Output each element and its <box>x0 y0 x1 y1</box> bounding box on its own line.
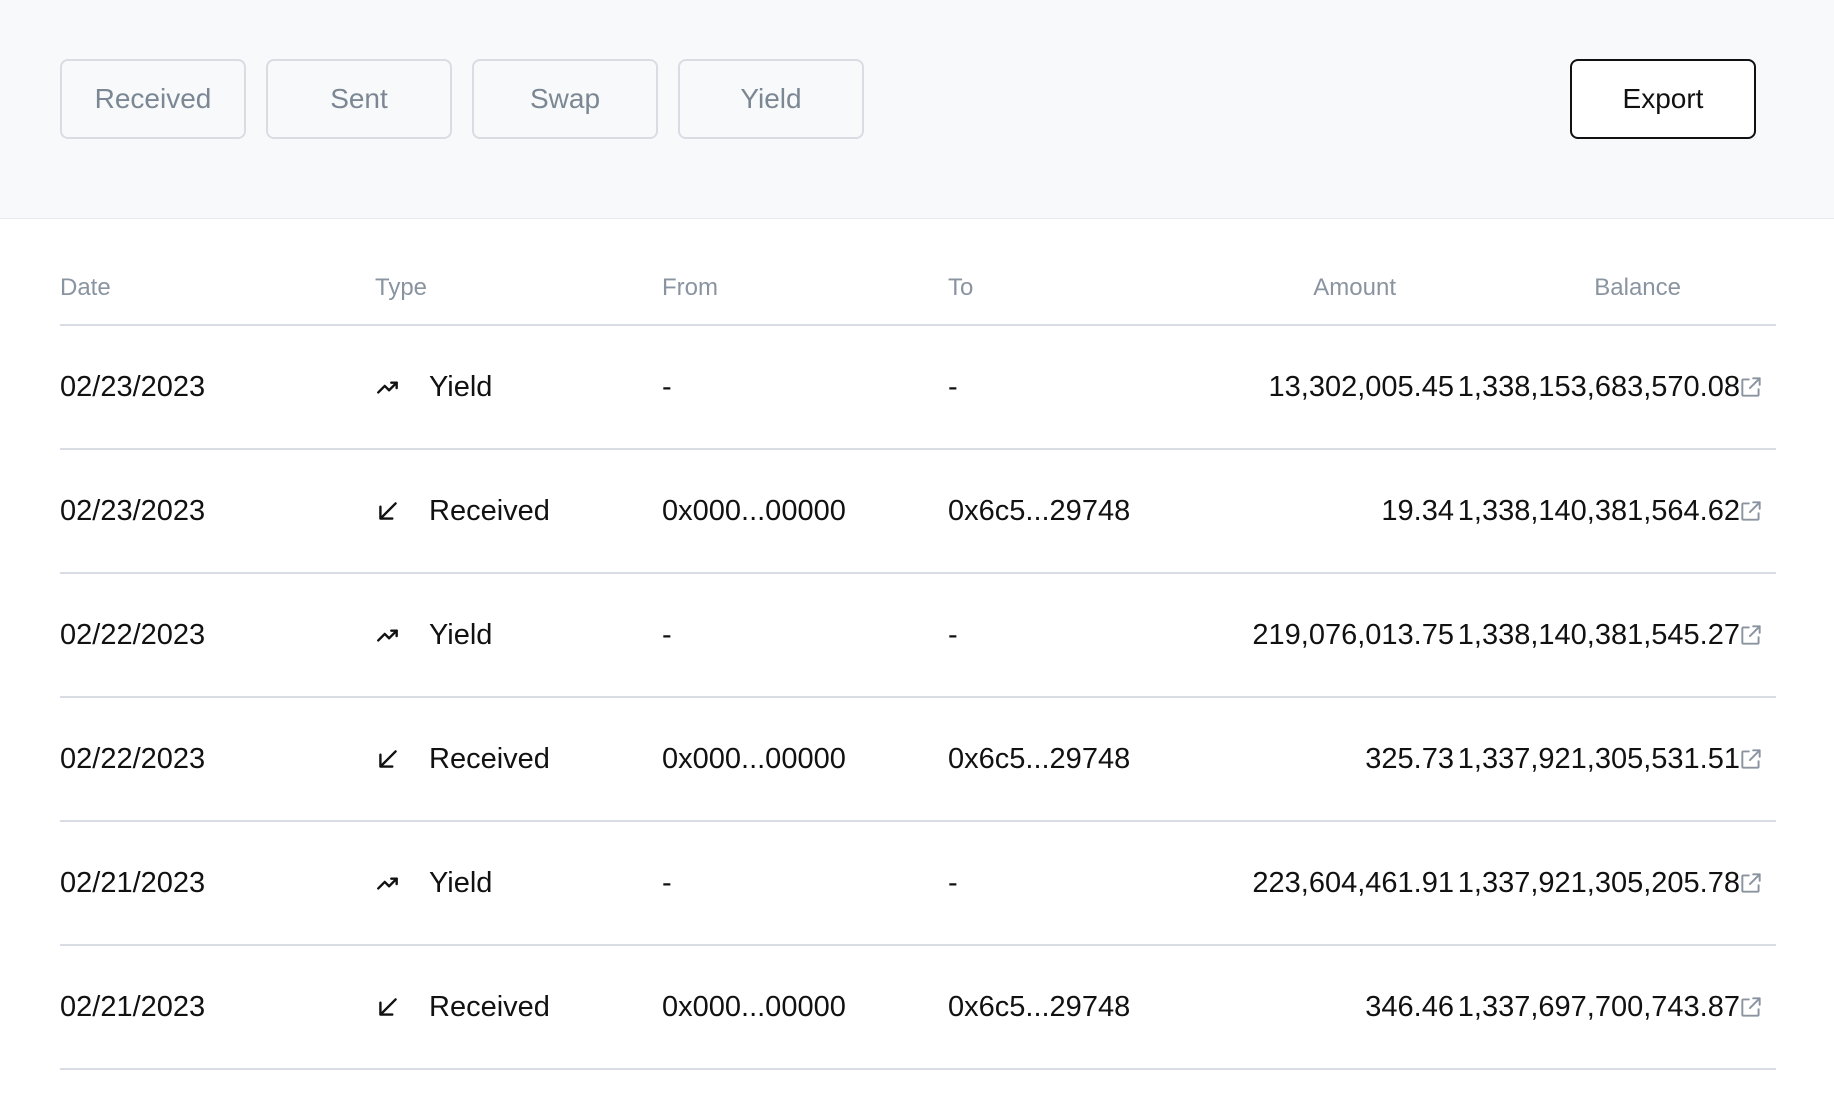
type-label: Yield <box>429 618 493 651</box>
table-row[interactable]: 02/23/2023 Yield - - 13,302,005.45 1,338… <box>60 326 1776 450</box>
to-address-cell: 0x6c5...29748 <box>948 990 1131 1023</box>
external-link-cell <box>1726 326 1776 448</box>
date-cell: 02/21/2023 <box>60 990 206 1023</box>
to-address-cell: - <box>948 370 958 403</box>
external-link-icon[interactable] <box>1738 622 1764 648</box>
date-cell: 02/23/2023 <box>60 370 206 403</box>
type-cell: Yield <box>375 326 492 448</box>
balance-cell: 1,337,921,305,205.78 <box>1457 866 1740 899</box>
table-row[interactable]: 02/23/2023 Received 0x000...00000 0x6c5.… <box>60 450 1776 574</box>
type-label: Yield <box>429 866 493 899</box>
type-label: Received <box>429 990 550 1023</box>
from-address-cell: - <box>662 370 672 403</box>
trending-up-icon <box>375 870 401 896</box>
amount-cell: 13,302,005.45 <box>1268 370 1454 403</box>
export-button[interactable]: Export <box>1570 59 1756 139</box>
column-header-date[interactable]: Date <box>60 274 111 302</box>
trending-up-icon <box>375 374 401 400</box>
from-address-cell: 0x000...00000 <box>662 742 846 775</box>
balance-cell: 1,338,140,381,545.27 <box>1457 618 1740 651</box>
column-header-amount[interactable]: Amount <box>1313 274 1396 302</box>
to-address-cell: 0x6c5...29748 <box>948 494 1131 527</box>
table-header: Date Type From To Amount Balance <box>60 250 1776 326</box>
filter-sent-button[interactable]: Sent <box>266 59 452 139</box>
external-link-cell <box>1726 698 1776 820</box>
from-address-cell: 0x000...00000 <box>662 494 846 527</box>
filter-toolbar: Received Sent Swap Yield Export <box>0 0 1834 219</box>
external-link-cell <box>1726 574 1776 696</box>
table-row[interactable]: 02/21/2023 Received 0x000...00000 0x6c5.… <box>60 946 1776 1070</box>
column-header-to[interactable]: To <box>948 274 973 302</box>
arrow-down-left-icon <box>375 746 401 772</box>
amount-cell: 19.34 <box>1381 494 1454 527</box>
balance-cell: 1,338,140,381,564.62 <box>1457 494 1740 527</box>
from-address-cell: - <box>662 866 672 899</box>
table-row[interactable]: 02/21/2023 Yield - - 223,604,461.91 1,33… <box>60 822 1776 946</box>
balance-cell: 1,338,153,683,570.08 <box>1457 370 1740 403</box>
arrow-down-left-icon <box>375 994 401 1020</box>
external-link-icon[interactable] <box>1738 746 1764 772</box>
table-body: 02/23/2023 Yield - - 13,302,005.45 1,338… <box>60 326 1776 1070</box>
date-cell: 02/21/2023 <box>60 866 206 899</box>
external-link-cell <box>1726 946 1776 1068</box>
balance-cell: 1,337,697,700,743.87 <box>1457 990 1740 1023</box>
filter-button-group: Received Sent Swap Yield <box>60 59 864 139</box>
type-cell: Yield <box>375 574 492 696</box>
transactions-table: Date Type From To Amount Balance 02/23/2… <box>60 250 1776 1070</box>
filter-yield-button[interactable]: Yield <box>678 59 864 139</box>
type-cell: Received <box>375 450 550 572</box>
from-address-cell: - <box>662 618 672 651</box>
date-cell: 02/23/2023 <box>60 494 206 527</box>
table-row[interactable]: 02/22/2023 Received 0x000...00000 0x6c5.… <box>60 698 1776 822</box>
date-cell: 02/22/2023 <box>60 618 206 651</box>
type-cell: Received <box>375 698 550 820</box>
type-cell: Yield <box>375 822 492 944</box>
table-row[interactable]: 02/22/2023 Yield - - 219,076,013.75 1,33… <box>60 574 1776 698</box>
external-link-icon[interactable] <box>1738 374 1764 400</box>
to-address-cell: - <box>948 866 958 899</box>
column-header-type[interactable]: Type <box>375 274 427 302</box>
external-link-icon[interactable] <box>1738 498 1764 524</box>
column-header-balance[interactable]: Balance <box>1594 274 1681 302</box>
amount-cell: 346.46 <box>1365 990 1454 1023</box>
balance-cell: 1,337,921,305,531.51 <box>1457 742 1740 775</box>
amount-cell: 325.73 <box>1365 742 1454 775</box>
amount-cell: 223,604,461.91 <box>1252 866 1454 899</box>
type-label: Received <box>429 494 550 527</box>
column-header-from[interactable]: From <box>662 274 718 302</box>
to-address-cell: 0x6c5...29748 <box>948 742 1131 775</box>
external-link-cell <box>1726 822 1776 944</box>
external-link-cell <box>1726 450 1776 572</box>
external-link-icon[interactable] <box>1738 870 1764 896</box>
type-cell: Received <box>375 946 550 1068</box>
trending-up-icon <box>375 622 401 648</box>
type-label: Yield <box>429 370 493 403</box>
amount-cell: 219,076,013.75 <box>1252 618 1454 651</box>
external-link-icon[interactable] <box>1738 994 1764 1020</box>
filter-swap-button[interactable]: Swap <box>472 59 658 139</box>
date-cell: 02/22/2023 <box>60 742 206 775</box>
filter-received-button[interactable]: Received <box>60 59 246 139</box>
type-label: Received <box>429 742 550 775</box>
from-address-cell: 0x000...00000 <box>662 990 846 1023</box>
arrow-down-left-icon <box>375 498 401 524</box>
to-address-cell: - <box>948 618 958 651</box>
